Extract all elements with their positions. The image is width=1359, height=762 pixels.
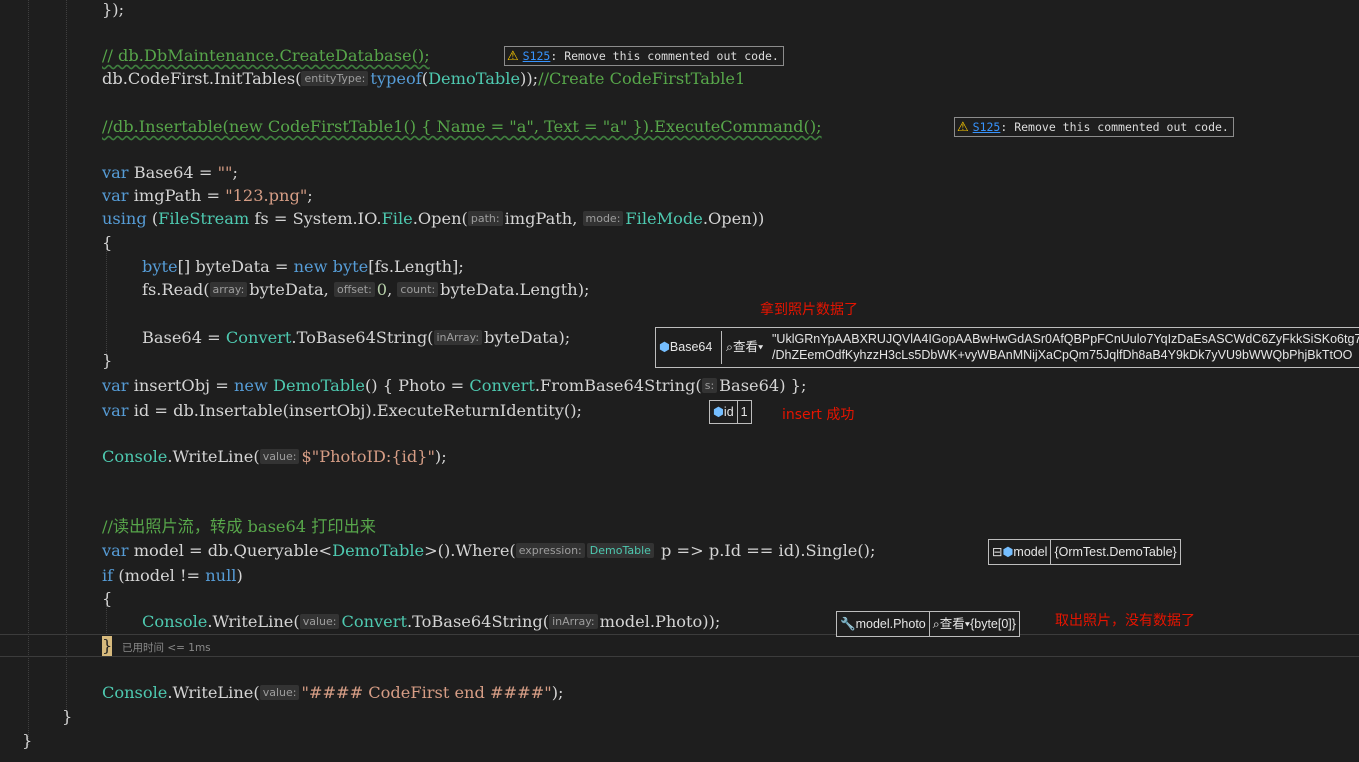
datatip-name: ⊟⬢model [989,540,1052,564]
annotation-no-data: 取出照片，没有数据了 [1055,613,1195,629]
code-line[interactable]: { [102,588,112,610]
code-line[interactable]: var model = db.Queryable<DemoTable>().Wh… [102,540,875,562]
indent-guide [106,248,107,358]
code-line[interactable]: if (model != null) [102,565,243,587]
datatip-name: Base64 [669,340,713,354]
inlay-hint: entityType: [301,71,369,86]
inlay-hint: offset: [333,282,375,297]
annotation-insert-ok: insert 成功 [782,407,855,423]
code-line[interactable]: } [22,730,32,752]
magnifier-icon: ⌕ [726,340,734,354]
code-line[interactable]: } [102,350,112,372]
warning-icon: ⚠ [957,120,969,135]
code-line[interactable]: var id = db.Insertable(insertObj).Execut… [102,400,582,422]
code-line[interactable]: //读出照片流，转成 base64 打印出来 [102,516,376,538]
annotation-got-photo: 拿到照片数据了 [760,302,858,318]
inlay-hint: s: [701,378,718,393]
datatip-photo[interactable]: 🔧model.Photo ⌕查看▾{byte[0]} [836,611,1020,637]
datatip-base64[interactable]: ⬢Base64 ⌕查看▾ "UklGRnYpAABXRUJQVlA4IGopAA… [655,327,1359,368]
inlay-hint: path: [467,211,503,226]
datatip-name: ⬢id [710,401,738,423]
warning-rule-link[interactable]: S125 [523,49,551,63]
field-icon: ⬢ [1002,545,1014,559]
magnifier-icon: ⌕ [932,617,940,631]
view-button[interactable]: ⌕查看▾{byte[0]} [930,612,1019,636]
field-icon: ⬢ [659,340,670,354]
inlay-hint: array: [209,282,248,297]
commented-code: //db.Insertable(new CodeFirstTable1() { … [102,117,822,136]
code-line[interactable]: using (FileStream fs = System.IO.File.Op… [102,208,764,230]
code-line[interactable]: //db.Insertable(new CodeFirstTable1() { … [102,116,822,138]
indent-guide [66,0,67,715]
expand-icon[interactable]: ⊟ [992,545,1002,559]
inlay-hint: inArray: [549,614,598,629]
code-line[interactable]: { [102,232,112,254]
dropdown-icon: ▾ [758,340,764,354]
warning-icon: ⚠ [507,49,519,64]
code-line[interactable]: fs.Read(array: byteData, offset: 0, count:… [142,279,590,301]
code-line[interactable]: db.CodeFirst.InitTables(entityType: typeo… [102,68,745,90]
code-line[interactable]: }); [102,0,124,21]
datatip-value: {OrmTest.DemoTable} [1054,545,1177,559]
view-button[interactable]: ⌕查看▾ [726,328,763,367]
code-line[interactable]: Base64 = Convert.ToBase64String(inArray:… [142,327,570,349]
line-separator [0,656,1359,657]
inlay-hint: value: [259,685,300,700]
code-line[interactable]: Console.WriteLine(value: "#### CodeFirst … [102,682,563,704]
code-line[interactable]: // db.DbMaintenance.CreateDatabase(); [102,45,430,67]
code-line[interactable]: byte[] byteData = new byte[fs.Length]; [142,256,464,278]
code-line[interactable]: Console.WriteLine(value: $"PhotoID:{id}")… [102,446,447,468]
inlay-hint: expression: [515,543,585,558]
analyzer-warning[interactable]: ⚠ S125: Remove this commented out code. [954,117,1234,137]
datatip-value: 1 [740,405,748,419]
current-line-brace[interactable]: } [102,636,112,656]
code-line[interactable]: var insertObj = new DemoTable() { Photo … [102,375,806,397]
inlay-hint: mode: [582,211,624,226]
inlay-hint: count: [397,282,439,297]
inlay-hint: value: [259,449,300,464]
datatip-model[interactable]: ⊟⬢model {OrmTest.DemoTable} [988,539,1181,565]
datatip-value: "UklGRnYpAABXRUJQVlA4IGopAABwHwGdASr0AfQ… [772,332,1359,362]
code-line[interactable]: var imgPath = "123.png"; [102,185,313,207]
datatip-name: 🔧model.Photo [837,612,930,636]
inlay-hint: DemoTable [586,543,654,558]
warning-rule-link[interactable]: S125 [973,120,1001,134]
code-line[interactable]: } [62,706,72,728]
wrench-icon: 🔧 [840,617,856,631]
field-icon: ⬢ [713,405,724,419]
line-separator [0,634,1359,635]
commented-code: // db.DbMaintenance.CreateDatabase(); [102,46,430,65]
analyzer-warning[interactable]: ⚠ S125: Remove this commented out code. [504,46,784,66]
inlay-hint: value: [299,614,340,629]
inlay-hint: inArray: [433,330,483,345]
code-line[interactable]: var Base64 = ""; [102,162,238,184]
code-line[interactable]: Console.WriteLine(value: Convert.ToBase64… [142,611,720,633]
perf-tip: 已用时间 <= 1ms [122,642,211,654]
datatip-id[interactable]: ⬢id 1 [709,400,752,424]
